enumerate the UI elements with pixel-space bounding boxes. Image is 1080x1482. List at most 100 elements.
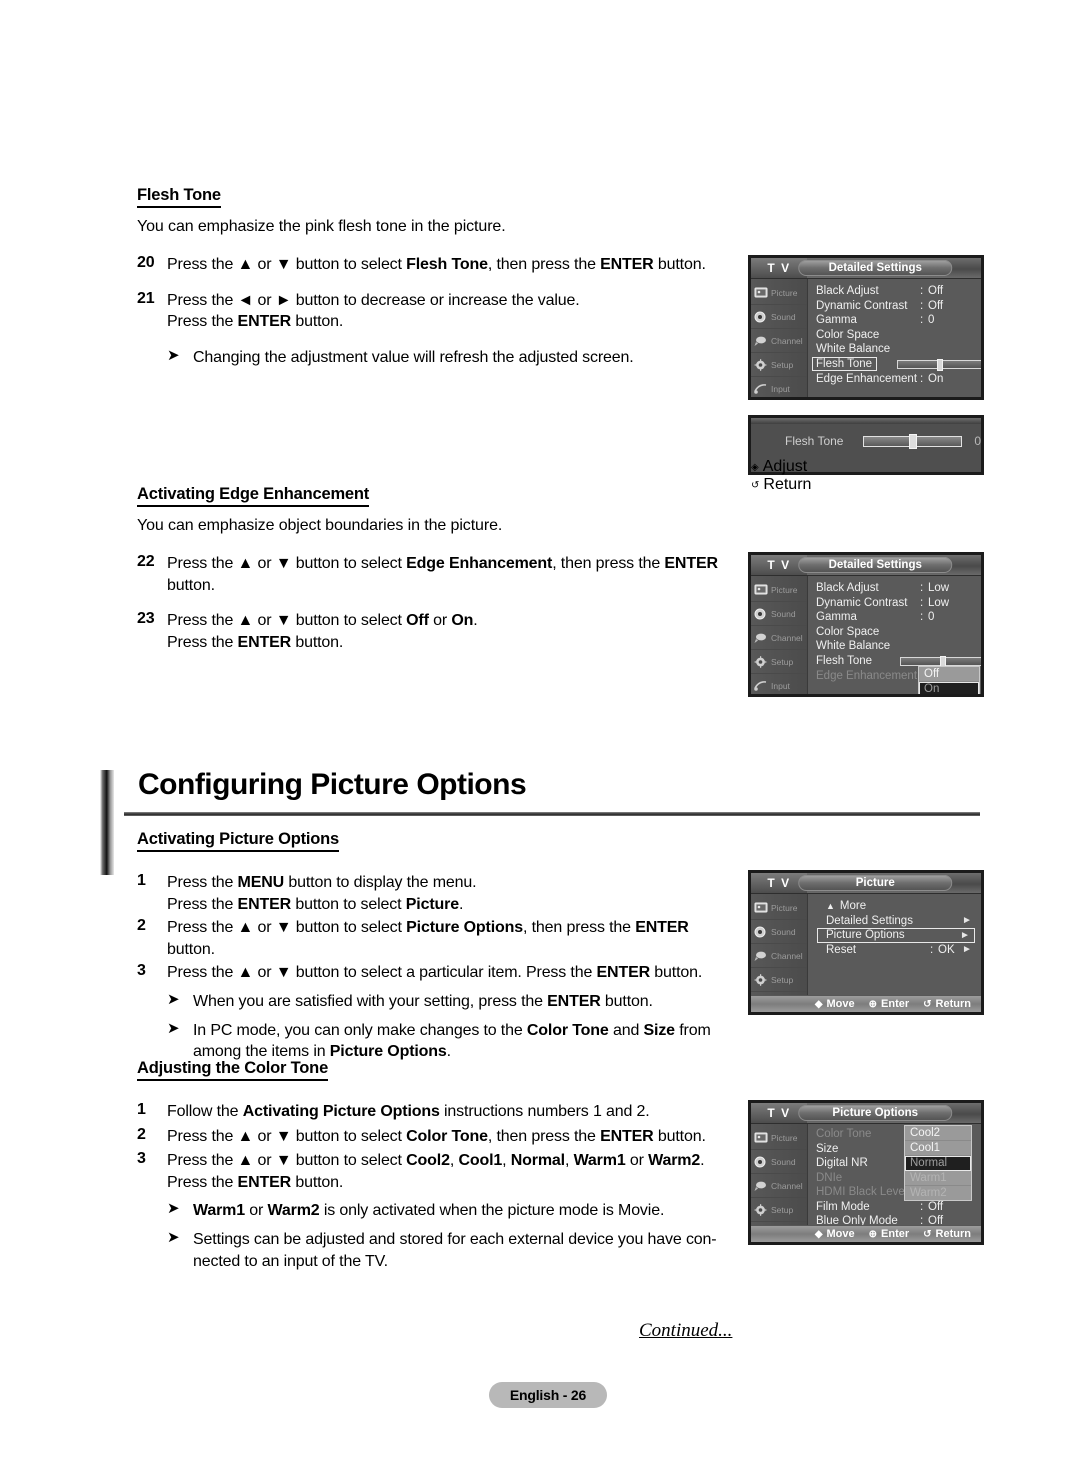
footer-enter[interactable]: ⊕ Enter (869, 998, 910, 1010)
osd-row-reset[interactable]: Reset : OK ► (826, 943, 975, 958)
sidebar-label: Setup (771, 359, 794, 370)
osd-title: Picture (798, 875, 953, 891)
osd-colon: : (920, 299, 924, 312)
osd-row-black-adjust[interactable]: Black Adjust : Low (816, 581, 981, 596)
osd-footer: ◆ Move ⊕ Enter ↺ Return (751, 995, 981, 1012)
sidebar-item-setup[interactable]: Setup (751, 1198, 807, 1222)
sidebar-item-setup[interactable]: Setup (751, 968, 807, 992)
arrow-bullet-icon: ➤ (167, 346, 180, 364)
section-heading: Activating Edge Enhancement (137, 485, 369, 507)
sidebar-item-channel[interactable]: Channel (751, 944, 807, 968)
sidebar-item-picture[interactable]: Picture (751, 896, 807, 920)
enter-icon: ⊕ (868, 998, 878, 1010)
sidebar-item-picture[interactable]: Picture (751, 578, 807, 602)
tv-osd-picture-options[interactable]: T V Picture Options Picture Sound Channe… (748, 1100, 984, 1245)
section-activating-picture-options: Activating Picture Options 1 Press the M… (137, 830, 737, 1063)
flesh-tone-slider[interactable] (897, 358, 981, 371)
osd-row-dynamic-contrast[interactable]: Dynamic Contrast : Off ► (816, 299, 984, 314)
input-icon (754, 383, 768, 395)
chevron-right-icon: ► (962, 915, 972, 927)
osd-colon: : (920, 611, 924, 624)
color-tone-dropdown[interactable]: Cool2 Cool1 Normal Warm1 Warm2 (904, 1125, 972, 1201)
osd-row-white-balance[interactable]: White Balance (816, 639, 981, 654)
sidebar-item-sound[interactable]: Sound (751, 1150, 807, 1174)
osd-row-label: Color Space (816, 625, 880, 638)
chevron-right-icon: ► (981, 329, 984, 340)
page-title: Configuring Picture Options (138, 768, 527, 801)
sidebar-label: Setup (771, 656, 794, 667)
sidebar-item-picture[interactable]: Picture (751, 281, 807, 305)
footer-move[interactable]: ◆ Move (815, 998, 855, 1010)
osd-row-white-balance[interactable]: White Balance ► (816, 342, 981, 357)
note-item: ➤ In PC mode, you can only make changes … (137, 1020, 737, 1063)
sidebar-item-setup[interactable]: Setup (751, 353, 807, 377)
osd-row-gamma[interactable]: Gamma : 0 ► (816, 313, 981, 328)
arrow-bullet-icon: ➤ (167, 1200, 180, 1218)
slider-knob[interactable] (908, 433, 917, 449)
sidebar-item-sound[interactable]: Sound (751, 920, 807, 944)
sidebar-item-input[interactable]: Input (751, 377, 807, 397)
sidebar-item-channel[interactable]: Channel (751, 1174, 807, 1198)
osd-row-picture-options[interactable]: Picture Options ► (817, 928, 975, 943)
osd-body: Picture Sound Channel Setup Input (751, 279, 984, 397)
osd-row-value: Off (928, 1200, 944, 1213)
sidebar-item-channel[interactable]: Channel (751, 626, 807, 650)
return-icon: ↺ (923, 998, 932, 1010)
arrow-bullet-icon: ➤ (167, 1019, 180, 1037)
return-icon: ↺ (751, 479, 760, 491)
dropdown-option-warm1[interactable]: Warm1 (905, 1171, 971, 1186)
tv-osd-detailed-settings-2[interactable]: T V Detailed Settings Picture Sound Chan… (748, 552, 984, 697)
sidebar-label: Setup (771, 974, 794, 985)
osd-sidebar[interactable]: Picture Sound Channel Setup Input (751, 576, 808, 694)
tv-osd-flesh-tone-slider-panel[interactable]: Flesh Tone 0 ◈ Adjust ↺ Return (748, 415, 984, 493)
note-text: Settings can be adjusted and stored for … (193, 1230, 717, 1270)
step-text: Press the ▲ or ▼ button to select Pictur… (167, 919, 689, 958)
dropdown-option-warm2[interactable]: Warm2 (905, 1186, 971, 1200)
dropdown-option-off[interactable]: Off (919, 667, 979, 682)
osd-row-dynamic-contrast[interactable]: Dynamic Contrast : Low (816, 596, 981, 611)
footer-return[interactable]: ↺ Return (923, 998, 971, 1010)
dropdown-option-cool1[interactable]: Cool1 (905, 1141, 971, 1156)
footer-return[interactable]: ↺ Return (751, 476, 981, 494)
osd-title: Detailed Settings (798, 557, 953, 573)
sidebar-item-channel[interactable]: Channel (751, 329, 807, 353)
osd-row-label: Detailed Settings (826, 914, 913, 927)
sidebar-item-input[interactable]: Input (751, 674, 807, 694)
step-text: Press the ▲ or ▼ button to select Cool2,… (167, 1152, 705, 1191)
edge-enhancement-dropdown[interactable]: Off On (918, 666, 980, 694)
dropdown-option-normal[interactable]: Normal (905, 1156, 971, 1171)
osd-row-value: Low (928, 582, 950, 595)
flesh-tone-slider[interactable] (863, 433, 963, 449)
sidebar-item-sound[interactable]: Sound (751, 602, 807, 626)
footer-enter[interactable]: ⊕ Enter (869, 1228, 910, 1240)
osd-row-black-adjust[interactable]: Black Adjust : Off ► (816, 284, 981, 299)
note-text: Warm1 or Warm2 is only activated when th… (193, 1202, 665, 1220)
slider-knob[interactable] (937, 358, 944, 371)
osd-row-more[interactable]: ▲ More (826, 899, 975, 914)
osd-row-gamma[interactable]: Gamma : 0 (816, 610, 981, 625)
flesh-tone-slider[interactable] (900, 655, 981, 668)
osd-row-color-space[interactable]: Color Space ► (816, 328, 984, 343)
sidebar-item-setup[interactable]: Setup (751, 650, 807, 674)
sidebar-label: Channel (771, 1180, 803, 1191)
tv-osd-picture[interactable]: T V Picture Picture Sound Channel Setup … (748, 870, 984, 1015)
sidebar-label: Channel (771, 632, 803, 643)
dropdown-option-cool2[interactable]: Cool2 (905, 1126, 971, 1141)
updown-arrow-icon: ◆ (814, 1228, 823, 1240)
chevron-right-icon: ► (981, 300, 984, 311)
osd-sidebar[interactable]: Picture Sound Channel Setup Input (751, 279, 808, 397)
osd-row-film-mode[interactable]: Film Mode : Off (816, 1200, 975, 1215)
sidebar-item-sound[interactable]: Sound (751, 305, 807, 329)
sidebar-item-picture[interactable]: Picture (751, 1126, 807, 1150)
chevron-right-icon: ► (981, 373, 984, 384)
footer-move[interactable]: ◆ Move (815, 1228, 855, 1240)
osd-row-color-space[interactable]: Color Space (816, 625, 981, 640)
osd-row-label: Gamma (816, 314, 857, 327)
footer-adjust[interactable]: ◈ Adjust (751, 458, 981, 476)
dropdown-option-on[interactable]: On (919, 682, 979, 694)
footer-return[interactable]: ↺ Return (923, 1228, 971, 1240)
tv-osd-detailed-settings-1[interactable]: T V Detailed Settings Picture Sound Chan… (748, 255, 984, 400)
osd-row-edge-enhancement[interactable]: Edge Enhancement : On ► (816, 372, 984, 387)
osd-row-detailed-settings[interactable]: Detailed Settings ► (826, 914, 975, 929)
osd-row-flesh-tone[interactable]: Flesh Tone 0 (812, 357, 981, 372)
